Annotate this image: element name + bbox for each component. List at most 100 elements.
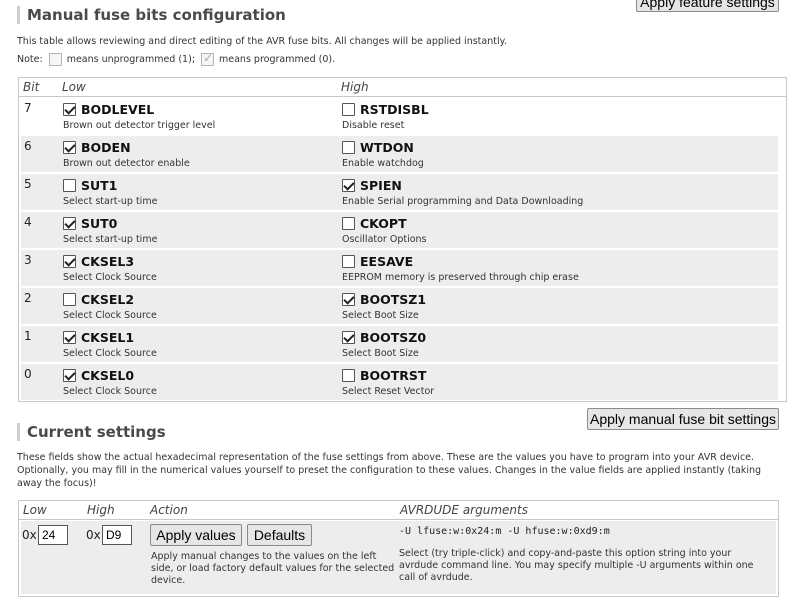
current-intro-line2: Optionally, you may fill in the numerica… [17,465,762,476]
fuse-row: 5 SUT1 Select start-up time SPIEN Enable Ser… [21,174,778,210]
header-low: Low [62,80,86,94]
fuse-checkbox-bootsz1[interactable] [342,293,355,306]
current-intro-line3: away the focus)! [17,478,97,489]
unprogrammed-legend-checkbox [48,53,62,66]
fuse-checkbox-cksel1[interactable] [63,331,76,344]
fuse-name[interactable]: RSTDISBL [360,102,429,117]
fuse-checkbox-rstdisbl[interactable] [342,103,355,116]
fuse-checkbox-cksel2[interactable] [63,293,76,306]
avrdude-help-line2: avrdude command line. You may specify mu… [399,560,754,571]
high-hex-prefix: 0x [86,528,101,542]
programmed-legend-checkbox [201,51,215,66]
fuse-description: Enable watchdog [342,158,424,169]
current-settings-row: 0x 0x Apply values Defaults Apply manual… [21,521,776,594]
fuse-checkbox-cksel3[interactable] [63,255,76,268]
header-low-value: Low [23,503,47,517]
fuse-checkbox-spien[interactable] [342,179,355,192]
manual-fuse-heading: Manual fuse bits configuration [17,6,286,24]
low-fuse-input[interactable] [38,525,68,545]
header-high: High [341,80,369,94]
fuse-name[interactable]: CKOPT [360,216,407,231]
note-label: Note: [17,54,43,65]
fuse-description: Select Clock Source [63,272,157,283]
fuse-description: Brown out detector enable [63,158,190,169]
header-high-value: High [87,503,115,517]
fuse-checkbox-cksel0[interactable] [63,369,76,382]
avrdude-help-line3: call of avrdude. [399,572,473,583]
fuse-checkbox-sut0[interactable] [63,217,76,230]
manual-intro-text: This table allows reviewing and direct e… [17,36,507,47]
fuse-description: Brown out detector trigger level [63,120,216,131]
apply-feature-settings-button[interactable]: Apply feature settings [636,0,779,12]
bit-number: 5 [24,177,32,191]
fuse-name[interactable]: BOOTRST [360,368,426,383]
fuse-name[interactable]: SUT1 [81,178,117,193]
fuse-name[interactable]: BOOTSZ1 [360,292,426,307]
fuse-checkbox-bodlevel[interactable] [63,103,76,116]
fuse-checkbox-wtdon[interactable] [342,141,355,154]
fuse-description: Select Boot Size [342,310,419,321]
fuse-name[interactable]: BODEN [81,140,131,155]
fuse-checkbox-ckopt[interactable] [342,217,355,230]
fuse-row: 3 CKSEL3 Select Clock Source EESAVE EEPROM m… [21,250,778,286]
avrdude-help-line1: Select (try triple-click) and copy-and-p… [399,548,732,559]
fuse-description: Select Boot Size [342,348,419,359]
fuse-name[interactable]: CKSEL3 [81,254,134,269]
avrdude-arguments[interactable]: -U lfuse:w:0x24:m -U hfuse:w:0xd9:m [399,526,610,537]
fuse-description: Select start-up time [63,234,158,245]
fuse-name[interactable]: CKSEL2 [81,292,134,307]
bit-number: 6 [24,139,32,153]
fuse-description: Select Reset Vector [342,386,435,397]
bit-number: 0 [24,367,32,381]
fuse-row: 4 SUT0 Select start-up time CKOPT Oscillator… [21,212,778,248]
fuse-name[interactable]: SPIEN [360,178,402,193]
bit-number: 1 [24,329,32,343]
high-fuse-input[interactable] [102,525,132,545]
fuse-checkbox-boden[interactable] [63,141,76,154]
fuse-row: 1 CKSEL1 Select Clock Source BOOTSZ0 Select … [21,326,778,362]
current-table-header: Low High Action AVRDUDE arguments [19,501,778,520]
fuse-row: 7 BODLEVEL Brown out detector trigger leve… [21,98,778,134]
bit-number: 3 [24,253,32,267]
apply-values-button[interactable]: Apply values [150,524,242,546]
fuse-bits-table: Bit Low High 7 BODLEVEL Brown out detector… [18,77,787,402]
fuse-description: Enable Serial programming and Data Downl… [342,196,584,207]
low-hex-prefix: 0x [22,528,37,542]
bit-number: 4 [24,215,32,229]
legend-note: Note: means unprogrammed (1); means prog… [17,51,336,66]
bit-number: 2 [24,291,32,305]
action-help-line3: device. [151,575,186,586]
fuse-description: Select Clock Source [63,310,157,321]
fuse-name[interactable]: EESAVE [360,254,413,269]
action-help-line2: side, or load factory default values for… [151,563,395,574]
fuse-description: Disable reset [342,120,405,131]
apply-manual-fuse-button[interactable]: Apply manual fuse bit settings [587,408,779,430]
header-avrdude: AVRDUDE arguments [400,503,528,517]
fuse-description: EEPROM memory is preserved through chip … [342,272,579,283]
fuse-row: 6 BODEN Brown out detector enable WTDON Enab… [21,136,778,172]
defaults-button[interactable]: Defaults [247,524,312,546]
fuse-name[interactable]: SUT0 [81,216,117,231]
action-help-line1: Apply manual changes to the values on th… [151,551,377,562]
fuse-name[interactable]: CKSEL0 [81,368,134,383]
fuse-description: Select Clock Source [63,348,157,359]
current-settings-table: Low High Action AVRDUDE arguments 0x 0x … [18,500,779,597]
fuse-description: Select start-up time [63,196,158,207]
header-bit: Bit [23,80,40,94]
fuse-row: 2 CKSEL2 Select Clock Source BOOTSZ1 Select … [21,288,778,324]
fuse-table-header: Bit Low High [19,78,786,97]
fuse-name[interactable]: WTDON [360,140,414,155]
fuse-checkbox-sut1[interactable] [63,179,76,192]
fuse-checkbox-bootsz0[interactable] [342,331,355,344]
fuse-name[interactable]: BODLEVEL [81,102,154,117]
note-programmed-text: means programmed (0). [219,54,336,65]
header-action: Action [150,503,188,517]
fuse-description: Oscillator Options [342,234,427,245]
fuse-row: 0 CKSEL0 Select Clock Source BOOTRST Select … [21,364,778,400]
fuse-checkbox-eesave[interactable] [342,255,355,268]
fuse-name[interactable]: BOOTSZ0 [360,330,426,345]
current-intro-line1: These fields show the actual hexadecimal… [17,452,755,463]
fuse-name[interactable]: CKSEL1 [81,330,134,345]
fuse-checkbox-bootrst[interactable] [342,369,355,382]
note-unprogrammed-text: means unprogrammed (1); [66,54,196,65]
